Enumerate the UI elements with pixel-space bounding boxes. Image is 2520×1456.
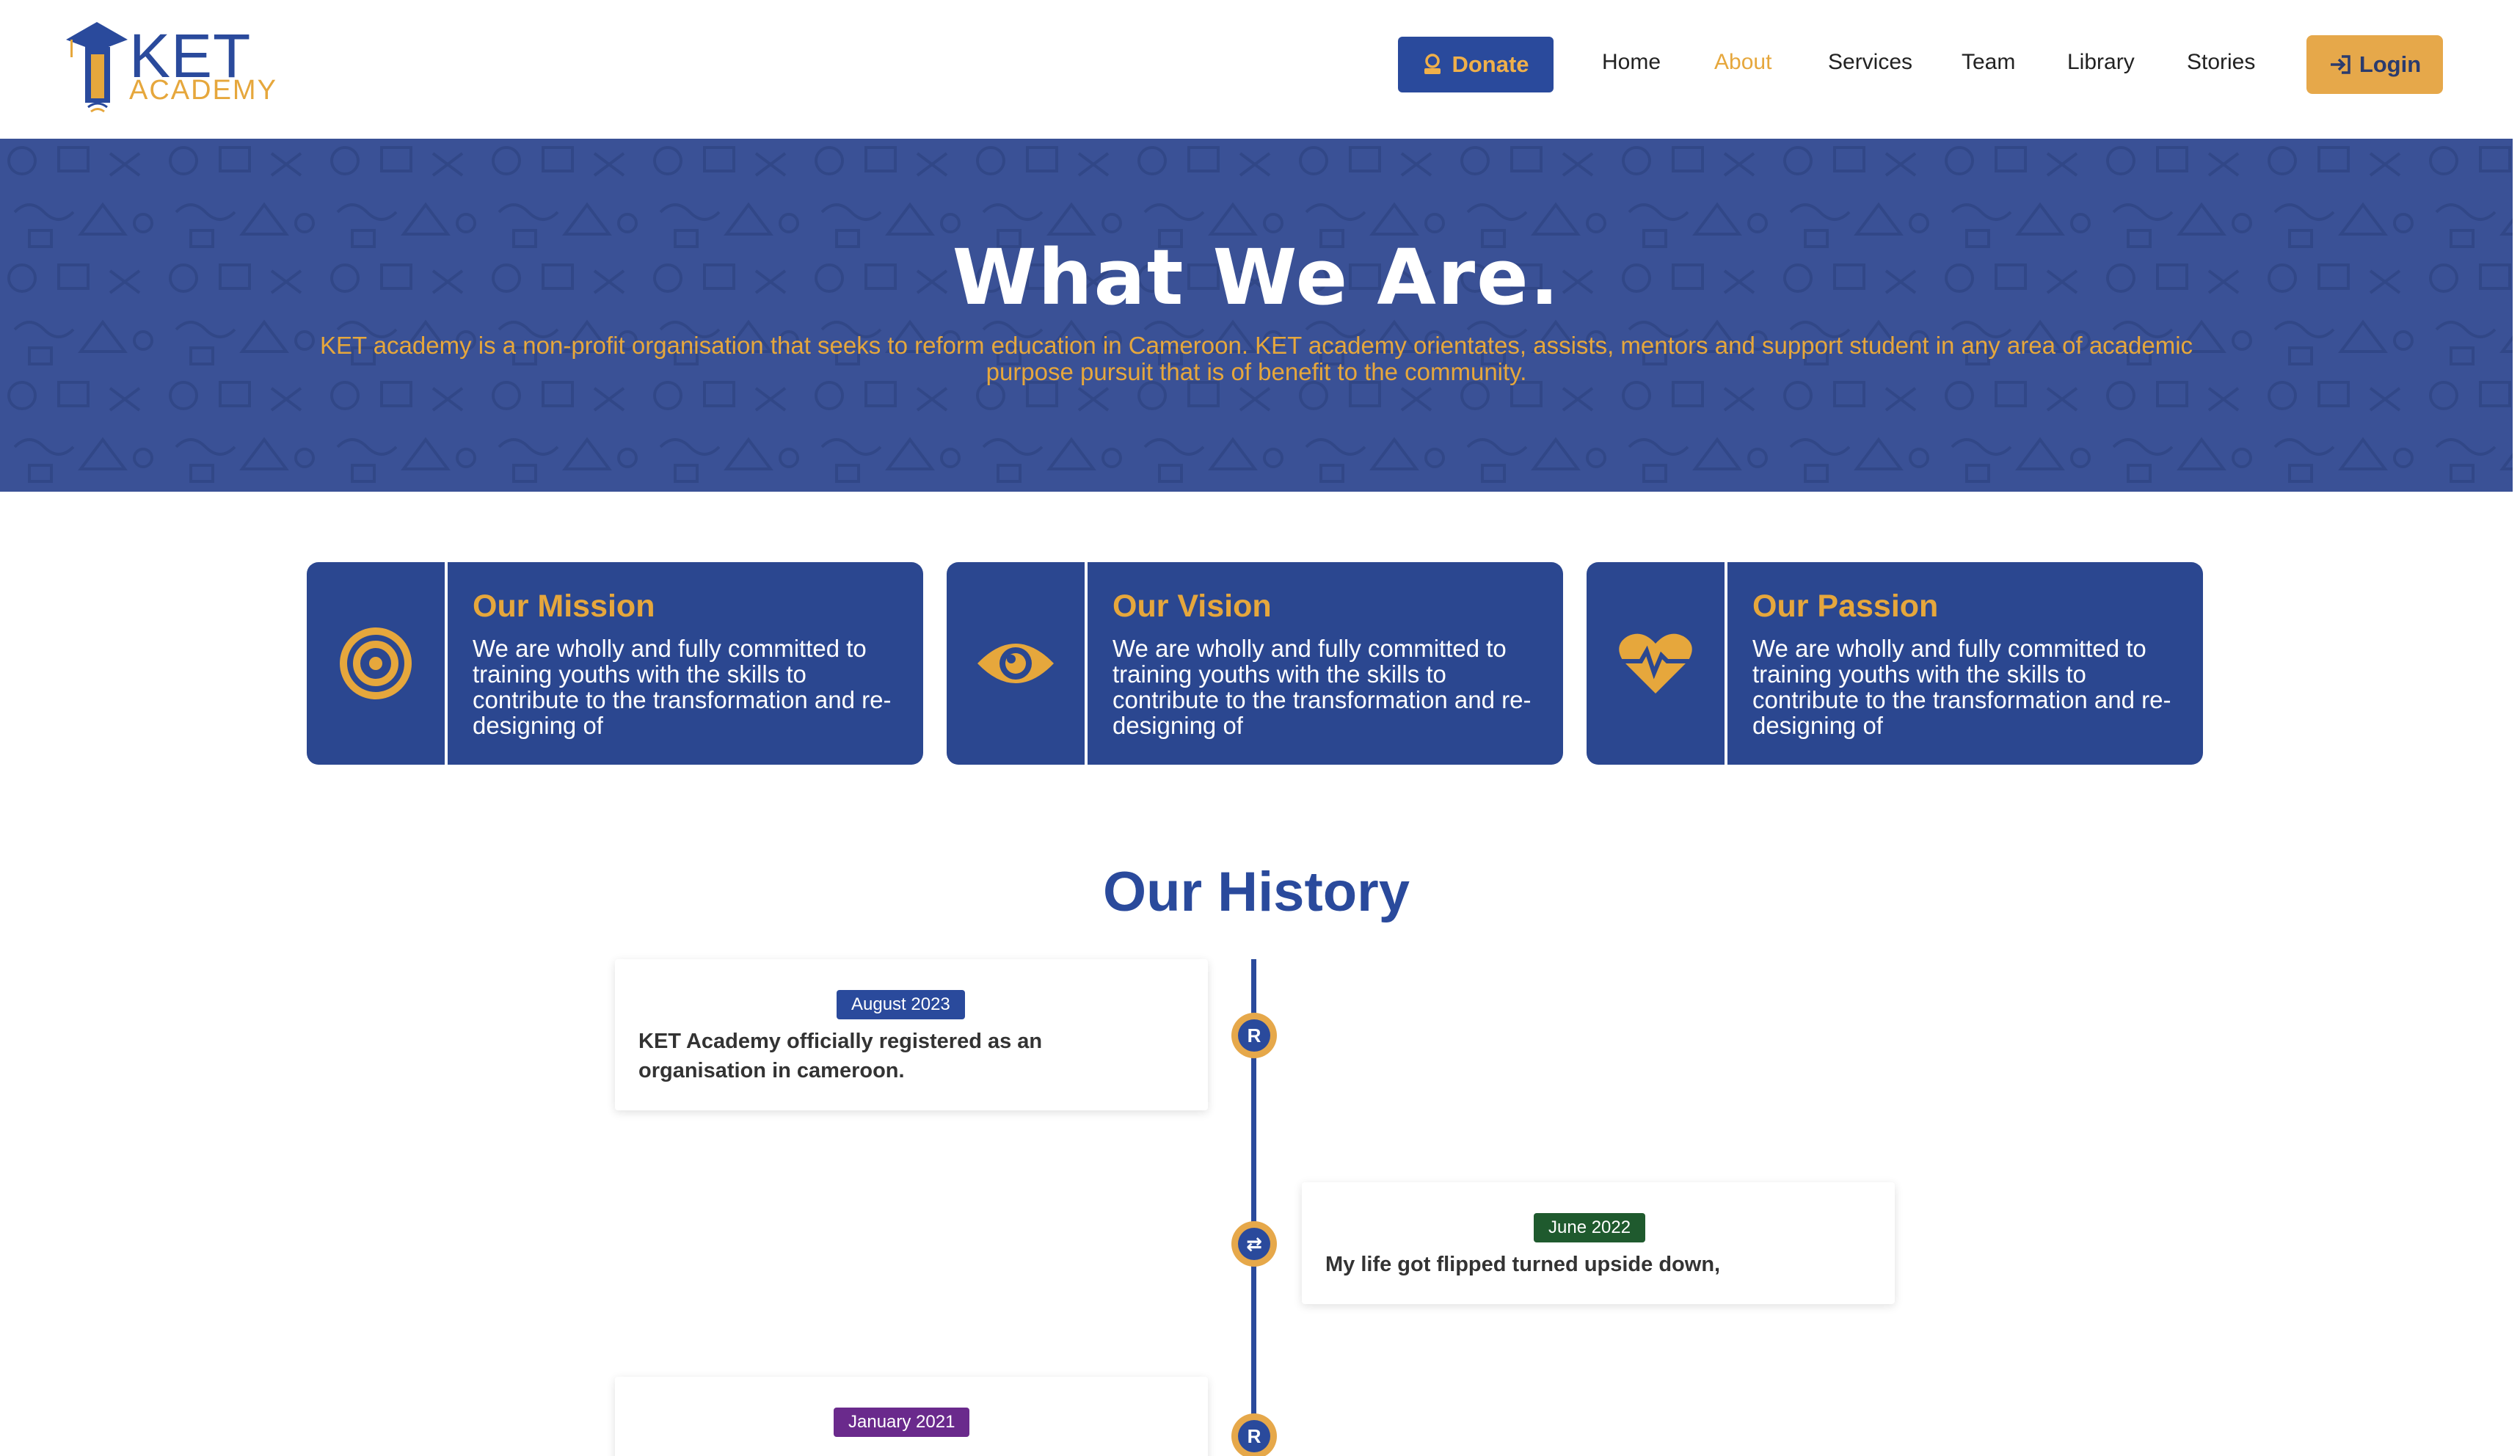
target-icon bbox=[340, 627, 412, 699]
mission-card: Our Mission We are wholly and fully comm… bbox=[307, 562, 923, 765]
hero-title: What We Are. bbox=[952, 233, 1561, 322]
swap-arrows-icon: ⇄ bbox=[1231, 1221, 1277, 1267]
logo-academy-text: ACADEMY bbox=[129, 75, 277, 106]
academy-logo-icon bbox=[66, 22, 128, 113]
donate-hand-icon bbox=[1424, 54, 1441, 74]
timeline-date-badge: January 2021 bbox=[834, 1408, 970, 1437]
history-title: Our History bbox=[1102, 861, 1410, 923]
login-arrow-icon bbox=[2330, 55, 2350, 74]
mission-text: We are wholly and fully committed to tra… bbox=[473, 635, 892, 739]
hero-description: KET academy is a non-profit organisation… bbox=[319, 332, 2193, 385]
timeline-card: August 2023 KET Academy officially regis… bbox=[615, 959, 1208, 1110]
eye-icon bbox=[977, 644, 1054, 683]
vision-card: Our Vision We are wholly and fully commi… bbox=[947, 562, 1563, 765]
nav-services[interactable]: Services bbox=[1828, 50, 1912, 75]
vision-icon-column bbox=[947, 562, 1088, 765]
registered-icon: R bbox=[1231, 1413, 1277, 1456]
timeline-date-badge: August 2023 bbox=[837, 990, 965, 1019]
passion-card: Our Passion We are wholly and fully comm… bbox=[1587, 562, 2203, 765]
passion-text: We are wholly and fully committed to tra… bbox=[1752, 635, 2171, 739]
passion-icon-column bbox=[1587, 562, 1727, 765]
passion-title: Our Passion bbox=[1752, 589, 1939, 624]
nav-team[interactable]: Team bbox=[1962, 50, 2015, 75]
site-header: KET ACADEMY Donate Home About Services T… bbox=[0, 0, 2513, 139]
login-button[interactable]: Login bbox=[2306, 35, 2443, 94]
registered-icon: R bbox=[1231, 1013, 1277, 1058]
timeline-text: My life got flipped turned upside down, bbox=[1325, 1253, 1721, 1276]
login-label: Login bbox=[2359, 51, 2422, 77]
timeline-date-badge: June 2022 bbox=[1534, 1213, 1646, 1242]
hero-banner: What We Are. KET academy is a non-profit… bbox=[0, 139, 2513, 492]
donate-button[interactable]: Donate bbox=[1398, 37, 1554, 92]
timeline-card: January 2021 bbox=[615, 1377, 1208, 1456]
timeline-text: KET Academy officially registered as an … bbox=[638, 1030, 1043, 1082]
donate-label: Donate bbox=[1452, 51, 1529, 77]
heartbeat-icon bbox=[1619, 633, 1692, 694]
vision-title: Our Vision bbox=[1112, 589, 1272, 624]
nav-stories[interactable]: Stories bbox=[2187, 50, 2255, 75]
timeline-card: June 2022 My life got flipped turned ups… bbox=[1302, 1182, 1895, 1304]
nav-home[interactable]: Home bbox=[1602, 50, 1661, 75]
mission-title: Our Mission bbox=[473, 589, 655, 624]
logo[interactable]: KET ACADEMY bbox=[66, 18, 286, 113]
mission-icon-column bbox=[307, 562, 448, 765]
vision-text: We are wholly and fully committed to tra… bbox=[1112, 635, 1532, 739]
nav-about[interactable]: About bbox=[1714, 50, 1771, 75]
nav-library[interactable]: Library bbox=[2067, 50, 2135, 75]
